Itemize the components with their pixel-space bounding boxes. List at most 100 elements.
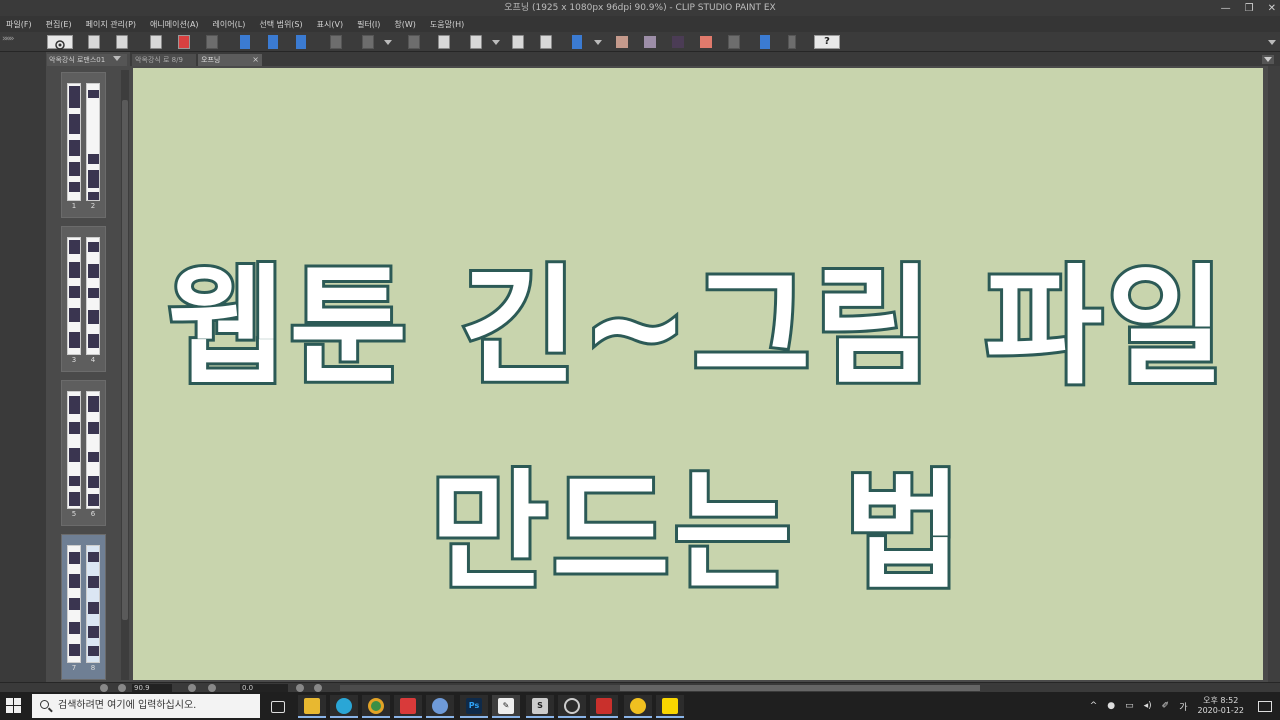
page-thumbnail[interactable] xyxy=(67,237,81,355)
page-navigator-panel: 악옥강식 로맨스01 1 2 3 4 5 6 7 8 xyxy=(0,52,130,682)
close-button[interactable]: ✕ xyxy=(1268,1,1276,17)
page-thumbnail[interactable] xyxy=(67,545,81,663)
page-thumbnail[interactable] xyxy=(86,83,100,201)
undo-icon[interactable] xyxy=(206,35,218,49)
red-app-icon[interactable] xyxy=(394,695,422,718)
canvas-horizontal-scrollbar[interactable] xyxy=(340,685,980,691)
menu-animation[interactable]: 애니메이션(A) xyxy=(150,19,199,30)
menu-bar: 파일(F) 편집(E) 페이지 관리(P) 애니메이션(A) 레이어(L) 선택… xyxy=(0,16,1280,32)
clock[interactable]: 오후 8:52 2020-01-22 xyxy=(1198,696,1245,716)
select-icon[interactable] xyxy=(438,35,450,49)
transform-icon[interactable] xyxy=(362,35,374,49)
chevron-down-icon[interactable] xyxy=(113,56,121,61)
bird-app-icon[interactable] xyxy=(330,695,358,718)
page-spread[interactable]: 5 6 xyxy=(61,380,106,526)
flip-icon[interactable] xyxy=(314,684,322,692)
brush-tool-icon[interactable] xyxy=(268,35,278,49)
menu-file[interactable]: 파일(F) xyxy=(6,19,32,30)
pen-ink-icon[interactable]: ✐ xyxy=(1162,701,1170,711)
menu-layer[interactable]: 레이어(L) xyxy=(213,19,246,30)
clip-studio-taskbar-icon[interactable]: ✎ xyxy=(492,695,520,718)
canvas-vertical-scrollbar[interactable] xyxy=(1268,66,1280,682)
tab-menu-icon[interactable] xyxy=(1262,55,1274,64)
tab-label: 악옥강식 로 8/9 xyxy=(135,56,183,64)
page-thumbnail[interactable] xyxy=(67,391,81,509)
red-app-2-icon[interactable] xyxy=(590,695,618,718)
notification-icon[interactable] xyxy=(1258,700,1272,712)
chevron-down-icon[interactable] xyxy=(594,40,602,45)
zoom-in-icon[interactable] xyxy=(118,684,126,692)
tray-expand-icon[interactable]: ^ xyxy=(1090,701,1098,711)
rotation-angle[interactable]: 0.0 xyxy=(240,684,288,692)
pen-tool-icon[interactable] xyxy=(240,35,250,49)
color-swatch-3[interactable] xyxy=(672,36,684,48)
pen-icon[interactable] xyxy=(788,35,796,49)
chevron-down-icon[interactable] xyxy=(492,40,500,45)
page-spread-selected[interactable]: 7 8 xyxy=(61,534,106,680)
menu-help[interactable]: 도움말(H) xyxy=(430,19,464,30)
windows-start-icon[interactable] xyxy=(6,698,22,714)
bell-app-icon[interactable] xyxy=(624,695,652,718)
menu-view[interactable]: 표시(V) xyxy=(317,19,343,30)
export-icon[interactable] xyxy=(178,35,190,49)
page-thumbnail-selected[interactable] xyxy=(86,545,100,663)
scrollbar-thumb[interactable] xyxy=(620,685,980,691)
sticky-notes-icon[interactable] xyxy=(656,695,684,718)
chrome-icon[interactable] xyxy=(362,695,390,718)
color-swatch-2[interactable] xyxy=(644,36,656,48)
color-swatch-4[interactable] xyxy=(700,36,712,48)
fill-tool-icon[interactable] xyxy=(296,35,306,49)
page-spread[interactable]: 3 4 xyxy=(61,226,106,372)
transparent-color-icon[interactable] xyxy=(728,35,740,49)
layer-new-icon[interactable] xyxy=(512,35,524,49)
task-view-icon[interactable] xyxy=(264,695,292,718)
zoom-level[interactable]: 90.9 xyxy=(132,684,172,692)
taskbar-search-box[interactable]: 검색하려면 여기에 입력하십시오. xyxy=(32,694,260,718)
color-swatch-1[interactable] xyxy=(616,36,628,48)
photoshop-icon[interactable]: Ps xyxy=(460,695,488,718)
zoom-out-icon[interactable] xyxy=(100,684,108,692)
grid-icon[interactable] xyxy=(408,35,420,49)
search-placeholder: 검색하려면 여기에 입력하십시오. xyxy=(58,700,197,711)
minimize-button[interactable]: — xyxy=(1221,1,1231,17)
page-thumbnail[interactable] xyxy=(86,237,100,355)
toolbar-more-icon[interactable] xyxy=(1268,40,1276,45)
ruler-icon[interactable] xyxy=(760,35,770,49)
page-thumbnail[interactable] xyxy=(67,83,81,201)
navigator-scrollbar[interactable] xyxy=(121,70,129,680)
save-icon[interactable] xyxy=(150,35,162,49)
layer-icon[interactable] xyxy=(470,35,482,49)
s-app-icon[interactable]: S xyxy=(526,695,554,718)
menu-window[interactable]: 창(W) xyxy=(394,19,416,30)
layer-copy-icon[interactable] xyxy=(540,35,552,49)
close-icon[interactable]: × xyxy=(252,54,259,66)
color-picker-icon[interactable] xyxy=(572,35,582,49)
tab-document-2[interactable]: 오프닝 × xyxy=(198,54,262,66)
ime-indicator[interactable]: 가 xyxy=(1179,700,1187,713)
menu-page[interactable]: 페이지 관리(P) xyxy=(86,19,136,30)
paw-app-icon[interactable] xyxy=(426,695,454,718)
rotate-left-icon[interactable] xyxy=(188,684,196,692)
microphone-icon[interactable]: ● xyxy=(1107,701,1115,711)
tab-document-1[interactable]: 악옥강식 로 8/9 xyxy=(132,54,196,66)
canvas[interactable]: 웹툰 긴~그림 파일 만드는 법 xyxy=(133,68,1263,680)
page-thumbnail[interactable] xyxy=(86,391,100,509)
crop-icon[interactable] xyxy=(330,35,342,49)
file-explorer-icon[interactable] xyxy=(298,695,326,718)
help-icon[interactable]: ? xyxy=(814,35,840,49)
circle-app-icon[interactable] xyxy=(558,695,586,718)
chevron-down-icon[interactable] xyxy=(384,40,392,45)
open-file-icon[interactable] xyxy=(116,35,128,49)
scrollbar-thumb[interactable] xyxy=(122,100,128,620)
reset-rotation-icon[interactable] xyxy=(296,684,304,692)
rotate-right-icon[interactable] xyxy=(208,684,216,692)
new-file-icon[interactable] xyxy=(88,35,100,49)
clip-studio-icon[interactable] xyxy=(47,35,73,50)
volume-icon[interactable]: ◂) xyxy=(1144,701,1152,711)
menu-selection[interactable]: 선택 범위(S) xyxy=(259,19,302,30)
menu-edit[interactable]: 편집(E) xyxy=(46,19,72,30)
page-spread[interactable]: 1 2 xyxy=(61,72,106,218)
network-icon[interactable]: ▭ xyxy=(1125,701,1134,711)
menu-filter[interactable]: 필터(I) xyxy=(357,19,380,30)
maximize-button[interactable]: ❐ xyxy=(1245,1,1254,17)
